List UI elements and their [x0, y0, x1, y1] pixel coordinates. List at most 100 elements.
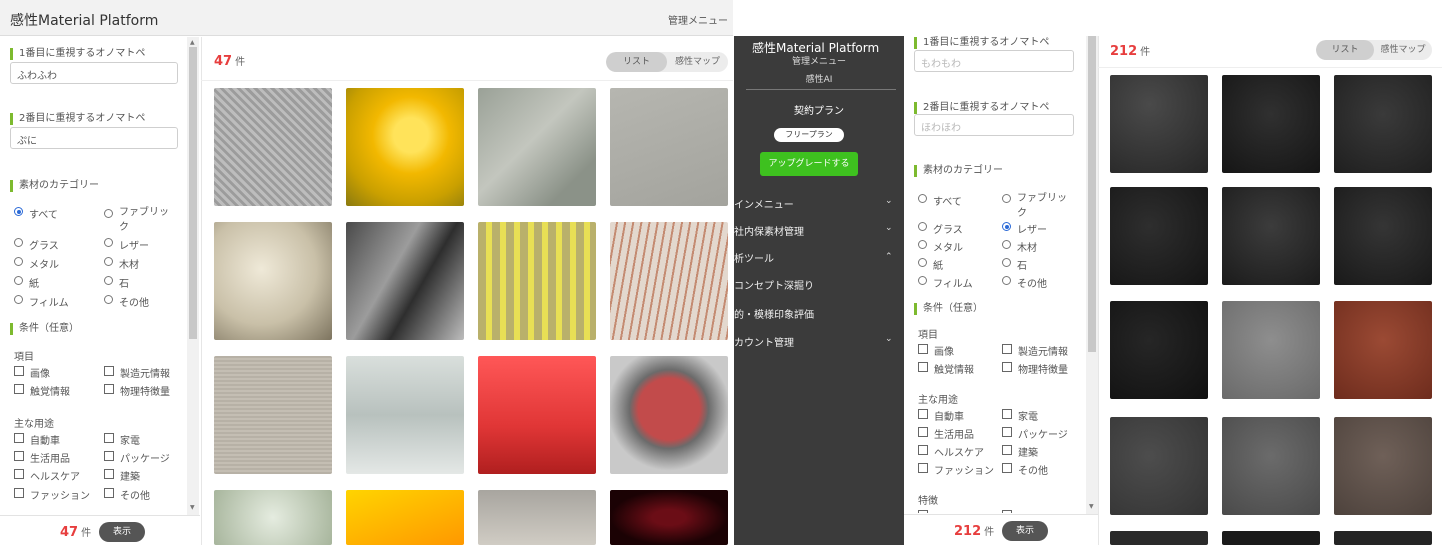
usage-checkbox-appliance[interactable]: 家電: [104, 432, 140, 447]
chevron-up-icon[interactable]: ⌃: [885, 252, 893, 262]
material-thumbnail[interactable]: [214, 356, 332, 474]
usage-checkbox-package[interactable]: パッケージ: [104, 450, 170, 465]
category-radio-leather[interactable]: レザー: [104, 237, 149, 252]
sidebar-scroll-thumb[interactable]: [1088, 36, 1096, 352]
usage-checkbox-other[interactable]: その他: [104, 487, 150, 502]
usage-checkbox-daily[interactable]: 生活用品: [14, 450, 70, 465]
category-radio-wood[interactable]: 木材: [1002, 239, 1037, 254]
category-radio-all[interactable]: すべて: [14, 206, 58, 221]
usage-checkbox-car[interactable]: 自動車: [918, 408, 964, 423]
item-checkbox-physical[interactable]: 物理特徴量: [1002, 361, 1068, 376]
category-radio-metal[interactable]: メタル: [14, 256, 59, 271]
category-radio-all[interactable]: すべて: [918, 193, 962, 208]
material-thumbnail[interactable]: [214, 88, 332, 206]
material-thumbnail[interactable]: [1334, 301, 1432, 399]
category-radio-paper[interactable]: 紙: [918, 257, 943, 272]
menu-item-main[interactable]: インメニュー: [734, 196, 794, 211]
material-thumbnail[interactable]: [1110, 75, 1208, 173]
category-radio-paper[interactable]: 紙: [14, 275, 39, 290]
category-radio-leather[interactable]: レザー: [1002, 221, 1047, 236]
first-onomatopoeia-input[interactable]: ふわふわ: [10, 62, 178, 84]
material-thumbnail[interactable]: [1222, 417, 1320, 515]
show-button[interactable]: 表示: [99, 522, 145, 542]
category-radio-glass[interactable]: グラス: [14, 237, 59, 252]
first-onomatopoeia-input[interactable]: もわもわ: [914, 50, 1074, 72]
material-thumbnail[interactable]: [1222, 187, 1320, 285]
material-thumbnail[interactable]: [478, 356, 596, 474]
kansei-map-tab[interactable]: 感性マップ: [1374, 40, 1432, 60]
material-thumbnail[interactable]: [1110, 417, 1208, 515]
category-radio-film[interactable]: フィルム: [14, 294, 69, 309]
material-thumbnail[interactable]: [1334, 417, 1432, 515]
category-radio-stone[interactable]: 石: [104, 275, 129, 290]
usage-checkbox-fashion[interactable]: ファッション: [918, 462, 994, 477]
category-radio-fabric[interactable]: ファブリック: [1002, 189, 1072, 219]
feature-checkbox[interactable]: [918, 509, 934, 513]
material-thumbnail[interactable]: [346, 356, 464, 474]
kansei-map-tab[interactable]: 感性マップ: [667, 52, 728, 72]
menu-item-pattern[interactable]: 的・模様印象評価: [734, 306, 814, 321]
item-checkbox-image[interactable]: 画像: [918, 343, 954, 358]
material-thumbnail[interactable]: [1110, 187, 1208, 285]
category-radio-fabric[interactable]: ファブリック: [104, 203, 174, 233]
admin-menu-link[interactable]: 管理メニュー: [668, 12, 728, 27]
material-thumbnail[interactable]: [1222, 301, 1320, 399]
item-checkbox-tactile[interactable]: 触覚情報: [918, 361, 974, 376]
material-thumbnail[interactable]: [346, 222, 464, 340]
material-thumbnail[interactable]: [1334, 75, 1432, 173]
chevron-down-icon[interactable]: ⌄: [885, 196, 893, 206]
usage-checkbox-health[interactable]: ヘルスケア: [918, 444, 984, 459]
usage-checkbox-daily[interactable]: 生活用品: [918, 426, 974, 441]
second-onomatopoeia-input[interactable]: ぷに: [10, 127, 178, 149]
category-radio-wood[interactable]: 木材: [104, 256, 139, 271]
material-thumbnail[interactable]: [214, 222, 332, 340]
menu-item-concept[interactable]: コンセプト深掘り: [734, 277, 814, 292]
usage-checkbox-package[interactable]: パッケージ: [1002, 426, 1068, 441]
free-plan-button[interactable]: フリープラン: [774, 128, 844, 142]
scroll-down-icon[interactable]: ▼: [190, 504, 195, 511]
item-checkbox-tactile[interactable]: 触覚情報: [14, 383, 70, 398]
category-radio-film[interactable]: フィルム: [918, 275, 973, 290]
chevron-down-icon[interactable]: ⌄: [885, 223, 893, 233]
material-thumbnail[interactable]: [610, 490, 728, 545]
material-thumbnail[interactable]: [1222, 75, 1320, 173]
category-radio-glass[interactable]: グラス: [918, 221, 963, 236]
material-thumbnail[interactable]: [610, 356, 728, 474]
usage-checkbox-health[interactable]: ヘルスケア: [14, 468, 80, 483]
list-view-tab[interactable]: リスト: [1316, 40, 1374, 60]
category-radio-other[interactable]: その他: [104, 294, 149, 309]
usage-checkbox-appliance[interactable]: 家電: [1002, 408, 1038, 423]
list-view-tab[interactable]: リスト: [606, 52, 667, 72]
category-radio-stone[interactable]: 石: [1002, 257, 1027, 272]
item-checkbox-physical[interactable]: 物理特徴量: [104, 383, 170, 398]
material-thumbnail[interactable]: [1334, 531, 1432, 545]
item-checkbox-maker[interactable]: 製造元情報: [104, 365, 170, 380]
menu-item-account[interactable]: カウント管理: [734, 334, 794, 349]
material-thumbnail[interactable]: [346, 490, 464, 545]
usage-checkbox-fashion[interactable]: ファッション: [14, 487, 90, 502]
app-title[interactable]: 感性Material Platform: [10, 10, 158, 30]
item-checkbox-maker[interactable]: 製造元情報: [1002, 343, 1068, 358]
material-thumbnail[interactable]: [478, 88, 596, 206]
sidebar-scroll-thumb[interactable]: [189, 47, 197, 339]
menu-kansei-ai[interactable]: 感性AI: [774, 72, 864, 85]
scroll-up-icon[interactable]: ▲: [190, 39, 195, 46]
material-thumbnail[interactable]: [610, 222, 728, 340]
second-onomatopoeia-input[interactable]: ほわほわ: [914, 114, 1074, 136]
material-thumbnail[interactable]: [478, 222, 596, 340]
show-button[interactable]: 表示: [1002, 521, 1048, 541]
usage-checkbox-building[interactable]: 建築: [1002, 444, 1038, 459]
material-thumbnail[interactable]: [478, 490, 596, 545]
menu-admin-link[interactable]: 管理メニュー: [774, 54, 864, 67]
usage-checkbox-building[interactable]: 建築: [104, 468, 140, 483]
material-thumbnail[interactable]: [1110, 301, 1208, 399]
feature-checkbox[interactable]: [1002, 509, 1018, 513]
usage-checkbox-other[interactable]: その他: [1002, 462, 1048, 477]
scroll-down-icon[interactable]: ▼: [1089, 503, 1094, 510]
menu-item-analysis[interactable]: 析ツール: [734, 250, 774, 265]
upgrade-button[interactable]: アップグレードする: [760, 152, 858, 176]
material-thumbnail[interactable]: [1222, 531, 1320, 545]
menu-item-materials[interactable]: 社内保素材管理: [734, 223, 804, 238]
material-thumbnail[interactable]: [346, 88, 464, 206]
chevron-down-icon[interactable]: ⌄: [885, 334, 893, 344]
